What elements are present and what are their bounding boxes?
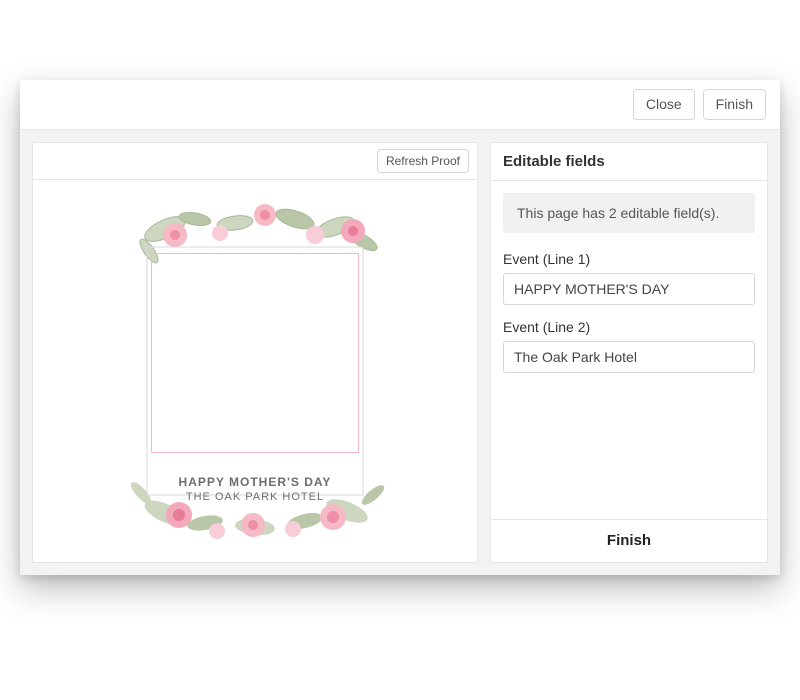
proof-artboard: HAPPY MOTHER'S DAY THE OAK PARK HOTEL [125, 201, 385, 541]
editable-fields-body: This page has 2 editable field(s). Event… [490, 181, 768, 520]
editable-count-notice: This page has 2 editable field(s). [503, 193, 755, 233]
proof-caption: HAPPY MOTHER'S DAY THE OAK PARK HOTEL [125, 475, 385, 503]
finish-button-bottom[interactable]: Finish [607, 532, 651, 549]
refresh-proof-button[interactable]: Refresh Proof [377, 149, 469, 173]
close-button[interactable]: Close [633, 89, 695, 120]
field-label-line1: Event (Line 1) [503, 251, 755, 267]
editable-fields-footer: Finish [490, 520, 768, 563]
proof-column: Refresh Proof [32, 142, 478, 563]
field-label-line2: Event (Line 2) [503, 319, 755, 335]
proof-caption-line1: HAPPY MOTHER'S DAY [125, 475, 385, 489]
editable-region-outline [151, 253, 359, 453]
panel-header: Close Finish [20, 80, 780, 130]
proof-toolbar: Refresh Proof [32, 142, 478, 180]
editable-fields-title: Editable fields [490, 142, 768, 181]
editor-panel: Close Finish Refresh Proof [20, 80, 780, 575]
proof-stage: HAPPY MOTHER'S DAY THE OAK PARK HOTEL [32, 180, 478, 563]
field-input-line1[interactable] [503, 273, 755, 305]
finish-button-top[interactable]: Finish [703, 89, 766, 120]
editable-fields-column: Editable fields This page has 2 editable… [490, 142, 768, 563]
proof-caption-line2: THE OAK PARK HOTEL [125, 491, 385, 503]
workspace: Refresh Proof [20, 130, 780, 575]
field-input-line2[interactable] [503, 341, 755, 373]
